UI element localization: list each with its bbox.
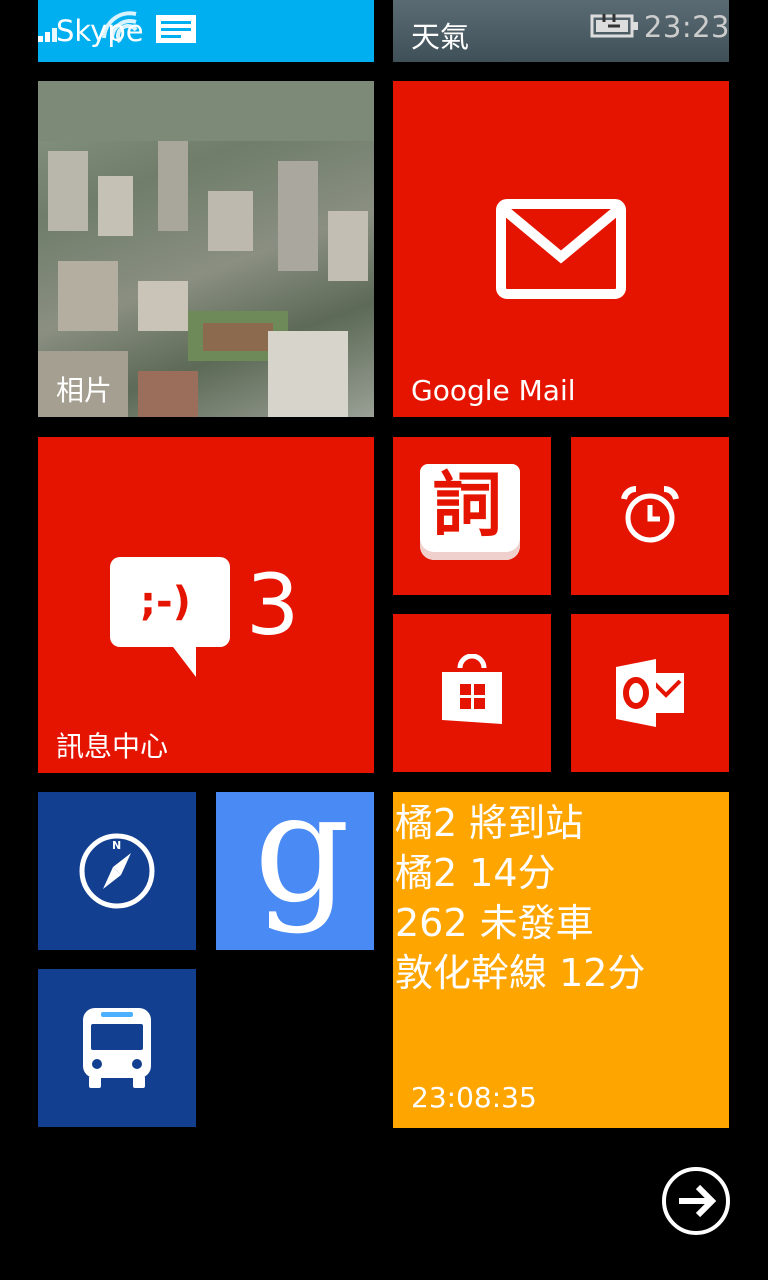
signal-strength-icon (38, 28, 57, 42)
bus-icon (83, 1008, 151, 1088)
status-clock: 23:23 (643, 10, 730, 44)
messaging-label: 訊息中心 (56, 730, 169, 763)
google-mail-tile[interactable]: Google Mail (393, 81, 729, 417)
photos-tile[interactable]: 相片 (38, 81, 374, 417)
compass-tile[interactable]: N (38, 792, 196, 950)
alarm-clock-icon (621, 486, 679, 543)
store-bag-icon (442, 654, 502, 724)
store-tile[interactable] (393, 614, 551, 772)
dictionary-tile[interactable]: 詞 (393, 437, 551, 595)
outlook-icon (616, 659, 684, 727)
arrow-right-circle-icon[interactable] (661, 1166, 731, 1236)
battery-charging-icon (590, 14, 638, 38)
compass-north-letter: N (112, 839, 122, 852)
wifi-icon (102, 11, 138, 44)
bus-line: 262 未發車 (395, 901, 594, 945)
bus-line: 橘2 14分 (395, 851, 556, 895)
bus-app-tile[interactable] (38, 969, 196, 1127)
alarms-tile[interactable] (571, 437, 729, 595)
google-mail-label: Google Mail (411, 374, 576, 407)
unread-count: 3 (246, 556, 300, 654)
messaging-tile[interactable]: ;-) 3 訊息中心 (38, 437, 374, 773)
bus-line: 敦化幹線 12分 (395, 951, 646, 995)
google-g-icon: g (254, 792, 351, 936)
bus-updated-time: 23:08:35 (411, 1081, 537, 1114)
photos-label: 相片 (56, 374, 113, 407)
notification-message-icon (156, 15, 196, 43)
status-bar: 23:23 (0, 0, 768, 60)
bus-arrival-tile[interactable]: 橘2 將到站 橘2 14分 262 未發車 敦化幹線 12分 23:08:35 (393, 792, 729, 1128)
bus-arrival-lines: 橘2 將到站 橘2 14分 262 未發車 敦化幹線 12分 (395, 798, 645, 998)
outlook-tile[interactable] (571, 614, 729, 772)
dictionary-icon: 詞 (420, 464, 520, 560)
dictionary-glyph: 詞 (432, 464, 502, 546)
bus-line: 橘2 將到站 (395, 801, 584, 845)
mail-envelope-icon (496, 199, 626, 299)
emoticon-text: ;-) (140, 579, 191, 625)
google-search-tile[interactable]: g (216, 792, 374, 950)
city-photo (38, 81, 374, 417)
